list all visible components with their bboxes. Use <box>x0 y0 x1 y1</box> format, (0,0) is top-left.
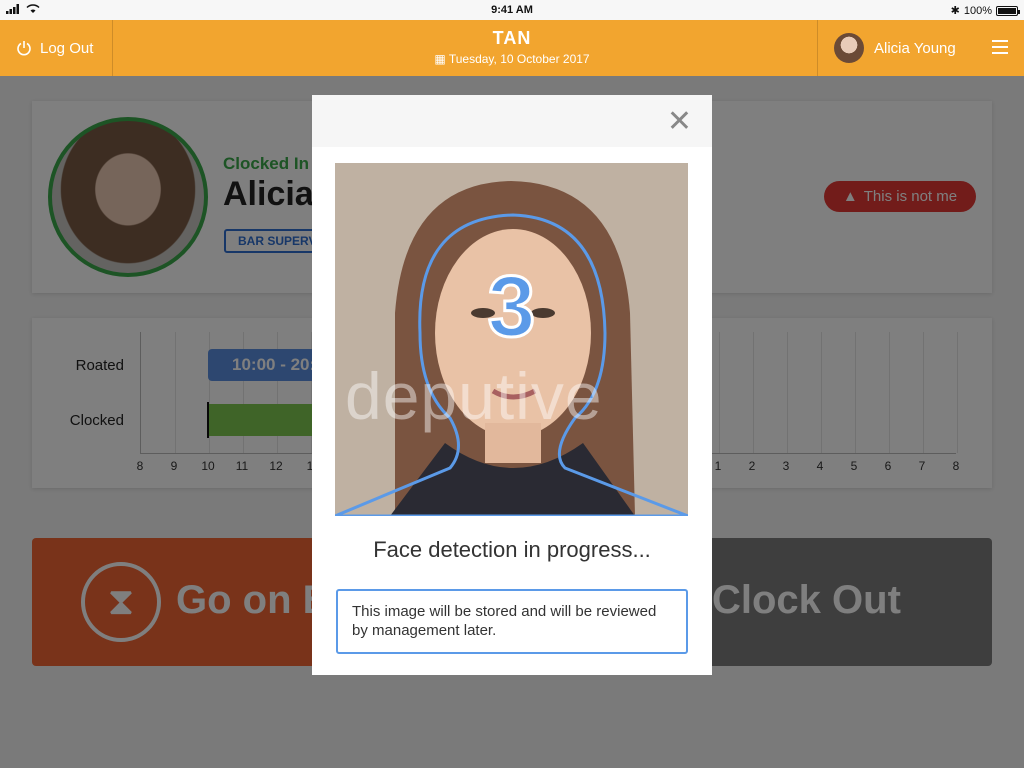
battery-icon <box>996 5 1020 16</box>
watermark-text: deputive <box>345 359 603 433</box>
detection-status: Face detection in progress... <box>373 537 651 562</box>
user-menu[interactable]: Alicia Young <box>817 20 977 76</box>
face-detection-modal: ✕ deputive 3 Face detection in progress.… <box>312 95 712 675</box>
calendar-icon: ▦ <box>434 52 446 66</box>
storage-notice: This image will be stored and will be re… <box>336 589 688 654</box>
battery-percent: 100% <box>963 4 992 17</box>
date-label: Tuesday, 10 October 2017 <box>448 52 590 66</box>
countdown-number: 3 <box>486 258 537 357</box>
close-icon[interactable]: ✕ <box>667 107 692 137</box>
app-header: Log Out TAN ▦ Tuesday, 10 October 2017 A… <box>0 20 1024 76</box>
logout-label: Log Out <box>40 39 94 57</box>
location-title: TAN <box>492 28 532 48</box>
power-icon <box>17 41 31 56</box>
logout-button[interactable]: Log Out <box>0 20 113 76</box>
status-bar: 9:41 AM ✱ 100% <box>0 0 1024 20</box>
camera-preview: deputive 3 <box>335 163 688 516</box>
header-date: ▦ Tuesday, 10 October 2017 <box>300 52 724 66</box>
bluetooth-icon: ✱ <box>950 5 960 17</box>
modal-header: ✕ <box>312 95 712 147</box>
hamburger-menu-icon[interactable] <box>992 40 1008 54</box>
user-avatar <box>834 33 864 63</box>
clock-time: 9:41 AM <box>491 4 533 16</box>
user-name: Alicia Young <box>874 39 956 57</box>
